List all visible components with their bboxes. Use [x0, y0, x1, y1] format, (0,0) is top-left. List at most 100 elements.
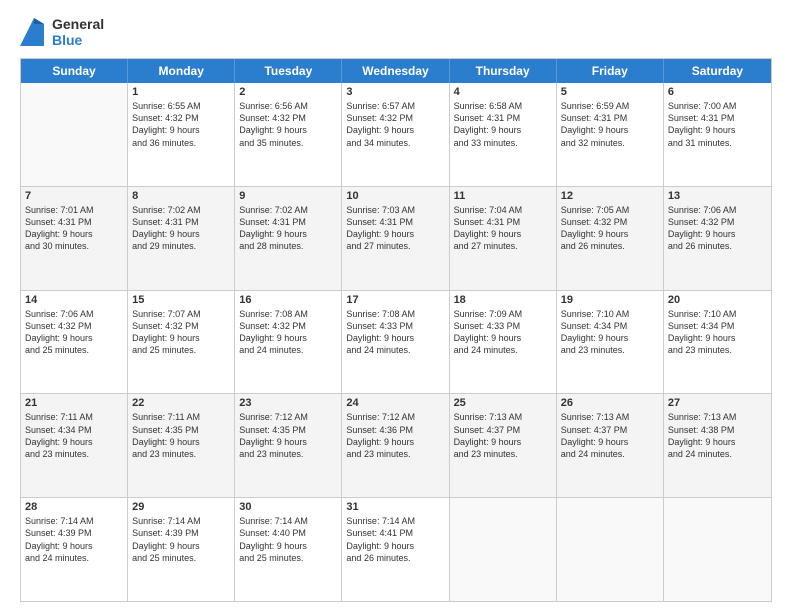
day-info: Sunrise: 7:10 AM Sunset: 4:34 PM Dayligh… [668, 308, 767, 357]
day-info: Sunrise: 7:08 AM Sunset: 4:33 PM Dayligh… [346, 308, 444, 357]
logo: GeneralBlue [20, 16, 104, 48]
day-number: 1 [132, 86, 230, 98]
day-number: 5 [561, 86, 659, 98]
day-cell: 13 Sunrise: 7:06 AM Sunset: 4:32 PM Dayli… [664, 187, 771, 290]
week-row-1: 1 Sunrise: 6:55 AM Sunset: 4:32 PM Daylig… [21, 83, 771, 187]
day-number: 2 [239, 86, 337, 98]
day-cell: 24 Sunrise: 7:12 AM Sunset: 4:36 PM Dayli… [342, 394, 449, 497]
day-number: 7 [25, 190, 123, 202]
day-number: 21 [25, 397, 123, 409]
day-cell: 4 Sunrise: 6:58 AM Sunset: 4:31 PM Daylig… [450, 83, 557, 186]
day-cell: 17Sunrise: 7:08 AM Sunset: 4:33 PM Dayli… [342, 291, 449, 394]
logo-wordmark: GeneralBlue [52, 16, 104, 48]
day-info: Sunrise: 6:55 AM Sunset: 4:32 PM Dayligh… [132, 100, 230, 149]
day-header-monday: Monday [128, 59, 235, 83]
day-info: Sunrise: 7:14 AM Sunset: 4:40 PM Dayligh… [239, 515, 337, 564]
calendar-body: 1 Sunrise: 6:55 AM Sunset: 4:32 PM Daylig… [21, 83, 771, 601]
day-cell: 22 Sunrise: 7:11 AM Sunset: 4:35 PM Dayli… [128, 394, 235, 497]
day-cell: 28 Sunrise: 7:14 AM Sunset: 4:39 PM Dayli… [21, 498, 128, 601]
day-cell: 12 Sunrise: 7:05 AM Sunset: 4:32 PM Dayli… [557, 187, 664, 290]
day-info: Sunrise: 7:12 AM Sunset: 4:36 PM Dayligh… [346, 411, 444, 460]
week-row-5: 28 Sunrise: 7:14 AM Sunset: 4:39 PM Dayli… [21, 498, 771, 601]
day-info: Sunrise: 6:58 AM Sunset: 4:31 PM Dayligh… [454, 100, 552, 149]
day-number: 25 [454, 397, 552, 409]
day-cell: 14 Sunrise: 7:06 AM Sunset: 4:32 PM Dayli… [21, 291, 128, 394]
day-cell: 30Sunrise: 7:14 AM Sunset: 4:40 PM Dayli… [235, 498, 342, 601]
day-cell: 26 Sunrise: 7:13 AM Sunset: 4:37 PM Dayli… [557, 394, 664, 497]
day-number: 24 [346, 397, 444, 409]
day-info: Sunrise: 7:09 AM Sunset: 4:33 PM Dayligh… [454, 308, 552, 357]
day-info: Sunrise: 7:08 AM Sunset: 4:32 PM Dayligh… [239, 308, 337, 357]
day-cell: 2 Sunrise: 6:56 AM Sunset: 4:32 PM Daylig… [235, 83, 342, 186]
day-info: Sunrise: 7:14 AM Sunset: 4:39 PM Dayligh… [25, 515, 123, 564]
day-cell: 18 Sunrise: 7:09 AM Sunset: 4:33 PM Dayli… [450, 291, 557, 394]
day-number: 3 [346, 86, 444, 98]
day-number: 28 [25, 501, 123, 513]
day-info: Sunrise: 6:57 AM Sunset: 4:32 PM Dayligh… [346, 100, 444, 149]
day-cell: 11Sunrise: 7:04 AM Sunset: 4:31 PM Dayli… [450, 187, 557, 290]
week-row-4: 21 Sunrise: 7:11 AM Sunset: 4:34 PM Dayli… [21, 394, 771, 498]
day-number: 12 [561, 190, 659, 202]
day-cell [557, 498, 664, 601]
logo-blue-text: Blue [52, 32, 104, 48]
day-number: 9 [239, 190, 337, 202]
day-info: Sunrise: 7:06 AM Sunset: 4:32 PM Dayligh… [668, 204, 767, 253]
day-info: Sunrise: 7:05 AM Sunset: 4:32 PM Dayligh… [561, 204, 659, 253]
day-number: 23 [239, 397, 337, 409]
day-cell: 1 Sunrise: 6:55 AM Sunset: 4:32 PM Daylig… [128, 83, 235, 186]
day-info: Sunrise: 7:11 AM Sunset: 4:34 PM Dayligh… [25, 411, 123, 460]
day-info: Sunrise: 7:03 AM Sunset: 4:31 PM Dayligh… [346, 204, 444, 253]
page: GeneralBlue SundayMondayTuesdayWednesday… [0, 0, 792, 612]
day-header-thursday: Thursday [450, 59, 557, 83]
week-row-2: 7Sunrise: 7:01 AM Sunset: 4:31 PM Daylig… [21, 187, 771, 291]
day-info: Sunrise: 6:56 AM Sunset: 4:32 PM Dayligh… [239, 100, 337, 149]
logo-general-text: General [52, 16, 104, 32]
day-header-friday: Friday [557, 59, 664, 83]
day-info: Sunrise: 7:00 AM Sunset: 4:31 PM Dayligh… [668, 100, 767, 149]
logo-shape-icon [20, 18, 44, 46]
day-cell: 31 Sunrise: 7:14 AM Sunset: 4:41 PM Dayli… [342, 498, 449, 601]
day-number: 26 [561, 397, 659, 409]
day-info: Sunrise: 7:12 AM Sunset: 4:35 PM Dayligh… [239, 411, 337, 460]
day-cell: 5 Sunrise: 6:59 AM Sunset: 4:31 PM Daylig… [557, 83, 664, 186]
day-cell: 6 Sunrise: 7:00 AM Sunset: 4:31 PM Daylig… [664, 83, 771, 186]
day-info: Sunrise: 7:04 AM Sunset: 4:31 PM Dayligh… [454, 204, 552, 253]
day-info: Sunrise: 7:13 AM Sunset: 4:37 PM Dayligh… [454, 411, 552, 460]
day-info: Sunrise: 7:13 AM Sunset: 4:37 PM Dayligh… [561, 411, 659, 460]
day-info: Sunrise: 7:14 AM Sunset: 4:41 PM Dayligh… [346, 515, 444, 564]
day-cell: 8Sunrise: 7:02 AM Sunset: 4:31 PM Daylig… [128, 187, 235, 290]
day-info: Sunrise: 7:06 AM Sunset: 4:32 PM Dayligh… [25, 308, 123, 357]
day-cell: 16 Sunrise: 7:08 AM Sunset: 4:32 PM Dayli… [235, 291, 342, 394]
day-cell: 23 Sunrise: 7:12 AM Sunset: 4:35 PM Dayli… [235, 394, 342, 497]
day-cell: 21 Sunrise: 7:11 AM Sunset: 4:34 PM Dayli… [21, 394, 128, 497]
day-number: 18 [454, 294, 552, 306]
calendar: SundayMondayTuesdayWednesdayThursdayFrid… [20, 58, 772, 602]
day-cell: 10 Sunrise: 7:03 AM Sunset: 4:31 PM Dayli… [342, 187, 449, 290]
day-number: 22 [132, 397, 230, 409]
day-header-wednesday: Wednesday [342, 59, 449, 83]
day-number: 13 [668, 190, 767, 202]
day-number: 29 [132, 501, 230, 513]
day-number: 14 [25, 294, 123, 306]
day-cell: 3 Sunrise: 6:57 AM Sunset: 4:32 PM Daylig… [342, 83, 449, 186]
day-cell: 20 Sunrise: 7:10 AM Sunset: 4:34 PM Dayli… [664, 291, 771, 394]
day-info: Sunrise: 7:11 AM Sunset: 4:35 PM Dayligh… [132, 411, 230, 460]
day-number: 31 [346, 501, 444, 513]
week-row-3: 14 Sunrise: 7:06 AM Sunset: 4:32 PM Dayli… [21, 291, 771, 395]
day-number: 19 [561, 294, 659, 306]
day-headers: SundayMondayTuesdayWednesdayThursdayFrid… [21, 59, 771, 83]
day-number: 10 [346, 190, 444, 202]
day-number: 20 [668, 294, 767, 306]
day-cell: 19Sunrise: 7:10 AM Sunset: 4:34 PM Dayli… [557, 291, 664, 394]
day-info: Sunrise: 7:13 AM Sunset: 4:38 PM Dayligh… [668, 411, 767, 460]
day-number: 4 [454, 86, 552, 98]
day-cell [21, 83, 128, 186]
day-cell [664, 498, 771, 601]
day-number: 6 [668, 86, 767, 98]
day-info: Sunrise: 6:59 AM Sunset: 4:31 PM Dayligh… [561, 100, 659, 149]
day-number: 16 [239, 294, 337, 306]
day-header-saturday: Saturday [664, 59, 771, 83]
day-cell: 9Sunrise: 7:02 AM Sunset: 4:31 PM Daylig… [235, 187, 342, 290]
day-header-sunday: Sunday [21, 59, 128, 83]
day-info: Sunrise: 7:14 AM Sunset: 4:39 PM Dayligh… [132, 515, 230, 564]
